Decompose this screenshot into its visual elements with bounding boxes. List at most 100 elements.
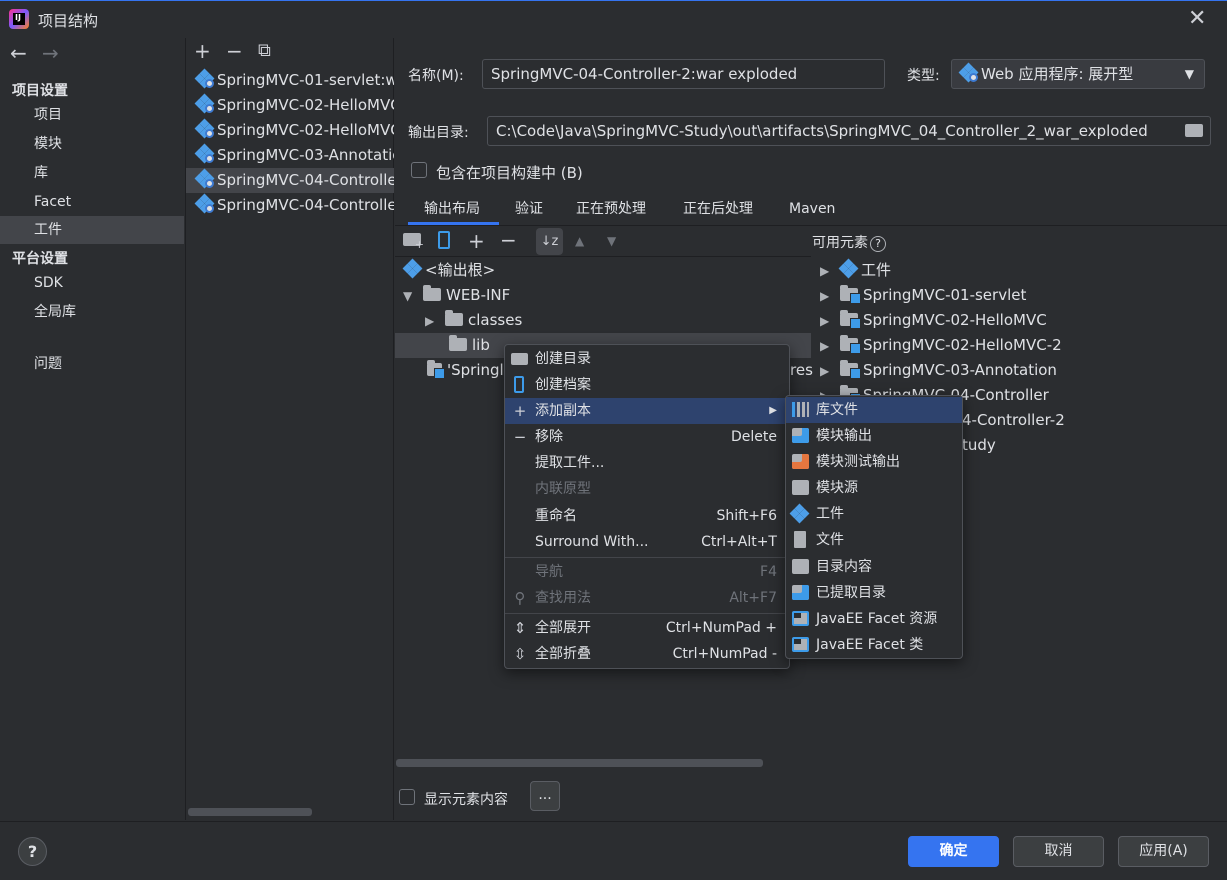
chevron-right-icon[interactable]: ▶ (820, 334, 834, 359)
available-item[interactable]: ▶ SpringMVC-01-servlet (820, 283, 1026, 308)
artifact-item[interactable]: SpringMVC-04-Controller (186, 193, 394, 218)
menu-item-label: Surround With... (535, 534, 649, 550)
available-item-partial[interactable]: 4-Controller-2 (962, 408, 1065, 433)
artifact-item[interactable]: SpringMVC-03-Annotation (186, 143, 394, 168)
web-artifact-icon (194, 93, 215, 114)
ok-button[interactable]: 确定 (908, 836, 999, 867)
menu-item-extract-artifact[interactable]: 提取工件... (505, 450, 789, 476)
artifact-item-selected[interactable]: SpringMVC-04-Controller (186, 168, 394, 193)
menu-item-expand-all[interactable]: ⇕ 全部展开 Ctrl+NumPad + (505, 615, 789, 641)
submenu-item-label: JavaEE Facet 资源 (816, 611, 938, 627)
submenu-item-directory-content[interactable]: 目录内容 (786, 554, 962, 580)
context-menu: 创建目录 创建档案 + 添加副本 ▶ − 移除 Delete 提取工件... 内联原型 … (504, 344, 790, 669)
artifact-list-scrollbar[interactable] (188, 808, 312, 816)
menu-item-collapse-all[interactable]: ⇳ 全部折叠 Ctrl+NumPad - (505, 641, 789, 667)
chevron-right-icon[interactable]: ▶ (820, 284, 834, 309)
artifact-item[interactable]: SpringMVC-01-servlet:war (186, 68, 394, 93)
artifact-item[interactable]: SpringMVC-02-HelloMVC (186, 118, 394, 143)
tab-post-processing[interactable]: 正在后处理 (683, 193, 753, 225)
sidebar-item-project[interactable]: 项目 (0, 101, 184, 129)
lib-node[interactable]: lib (449, 333, 490, 358)
back-arrow-icon[interactable]: ← (10, 43, 27, 63)
close-icon[interactable]: ✕ (1188, 8, 1206, 30)
copy-artifact-button[interactable]: ⧉ (258, 41, 271, 61)
available-item[interactable]: ▶ 工件 (820, 258, 891, 283)
show-content-options-button[interactable]: ... (530, 781, 560, 811)
new-folder-icon[interactable]: + (403, 233, 424, 250)
add-artifact-button[interactable]: + (194, 41, 211, 61)
chevron-down-icon[interactable]: ▼ (403, 284, 417, 309)
submenu-item-module-test-output[interactable]: 模块测试输出 (786, 449, 962, 475)
tab-pre-processing[interactable]: 正在预处理 (576, 193, 646, 225)
submenu-item-artifact[interactable]: 工件 (786, 501, 962, 527)
help-circle-icon[interactable]: ? (870, 236, 886, 252)
project-settings-heading: 项目设置 (12, 83, 68, 99)
remove-artifact-button[interactable]: − (226, 41, 243, 61)
menu-item-rename[interactable]: 重命名 Shift+F6 (505, 503, 789, 529)
cancel-button[interactable]: 取消 (1013, 836, 1104, 867)
sidebar-item-artifacts[interactable]: 工件 (0, 216, 184, 244)
module-output-icon (792, 428, 809, 443)
submenu-item-javaee-facet-classes[interactable]: JavaEE Facet 类 (786, 632, 962, 658)
submenu-item-label: 文件 (816, 532, 844, 548)
submenu-item-extracted-directory[interactable]: 已提取目录 (786, 580, 962, 606)
module-output-node[interactable]: 'Springl (427, 358, 504, 383)
output-root-node[interactable]: <输出根> (402, 258, 495, 283)
sidebar-item-modules[interactable]: 模块 (0, 130, 184, 158)
submenu-item-module-output[interactable]: 模块输出 (786, 423, 962, 449)
remove-element-button[interactable]: − (500, 230, 517, 250)
include-in-build-checkbox[interactable] (411, 162, 427, 178)
chevron-right-icon[interactable]: ▶ (820, 259, 834, 284)
menu-item-shortcut: Delete (731, 429, 777, 445)
artifact-item[interactable]: SpringMVC-02-HelloMVC (186, 93, 394, 118)
available-item[interactable]: ▶ SpringMVC-02-HelloMVC (820, 308, 1047, 333)
apply-button[interactable]: 应用(A) (1118, 836, 1209, 867)
available-item-partial[interactable]: tudy (962, 433, 996, 458)
tab-output-layout[interactable]: 输出布局 (408, 193, 499, 225)
sidebar-item-sdk[interactable]: SDK (0, 269, 184, 297)
layout-toolbar-divider (395, 256, 811, 257)
sort-elements-button[interactable]: ↓z (536, 228, 563, 255)
add-copy-button[interactable]: + (468, 231, 485, 251)
menu-item-label: 添加副本 (535, 403, 591, 419)
artifact-type-dropdown[interactable]: Web 应用程序: 展开型 ▼ (951, 59, 1205, 89)
show-content-checkbox[interactable] (399, 789, 415, 805)
tab-maven[interactable]: Maven (789, 193, 835, 225)
artifact-item-label: SpringMVC-01-servlet:war (217, 71, 394, 89)
layout-horizontal-scrollbar[interactable] (396, 759, 763, 767)
archive-icon[interactable] (438, 231, 450, 249)
sidebar-item-global-libraries[interactable]: 全局库 (0, 298, 184, 326)
menu-item-label: 提取工件... (535, 455, 605, 471)
chevron-right-icon[interactable]: ▶ (820, 309, 834, 334)
menu-item-remove[interactable]: − 移除 Delete (505, 424, 789, 450)
available-item[interactable]: ▶ SpringMVC-02-HelloMVC-2 (820, 333, 1062, 358)
submenu-item-file[interactable]: 文件 (786, 527, 962, 553)
browse-folder-icon[interactable] (1185, 124, 1203, 137)
folder-icon (449, 335, 467, 351)
sidebar-item-libraries[interactable]: 库 (0, 159, 184, 187)
minus-icon: − (513, 428, 527, 446)
available-item-label: SpringMVC-01-servlet (863, 286, 1027, 304)
tab-validation[interactable]: 验证 (515, 193, 543, 225)
chevron-right-icon[interactable]: ▶ (820, 359, 834, 384)
submenu-item-module-source[interactable]: 模块源 (786, 475, 962, 501)
classes-node[interactable]: ▶ classes (425, 308, 522, 333)
submenu-item-label: 工件 (816, 506, 844, 522)
chevron-right-icon[interactable]: ▶ (425, 309, 439, 334)
available-item[interactable]: ▶ SpringMVC-03-Annotation (820, 358, 1057, 383)
help-button[interactable]: ? (18, 837, 47, 866)
webinf-node[interactable]: ▼ WEB-INF (403, 283, 510, 308)
menu-item-create-archive[interactable]: 创建档案 (505, 372, 789, 398)
submenu-item-label: 已提取目录 (816, 585, 886, 601)
menu-item-surround-with[interactable]: Surround With... Ctrl+Alt+T (505, 529, 789, 555)
output-directory-field[interactable]: C:\Code\Java\SpringMVC-Study\out\artifac… (487, 116, 1211, 146)
submenu-item-javaee-facet-resources[interactable]: JavaEE Facet 资源 (786, 606, 962, 632)
artifact-name-field[interactable]: SpringMVC-04-Controller-2:war exploded (482, 59, 885, 89)
menu-item-create-directory[interactable]: 创建目录 (505, 346, 789, 372)
submenu-item-library-files[interactable]: 库文件 (786, 397, 962, 423)
menu-item-add-copy[interactable]: + 添加副本 ▶ (505, 398, 789, 424)
sidebar-item-problems[interactable]: 问题 (0, 350, 184, 378)
artifact-type-value: Web 应用程序: 展开型 (981, 65, 1134, 83)
sidebar-item-facets[interactable]: Facet (0, 188, 184, 216)
tabs-divider (395, 225, 1227, 226)
